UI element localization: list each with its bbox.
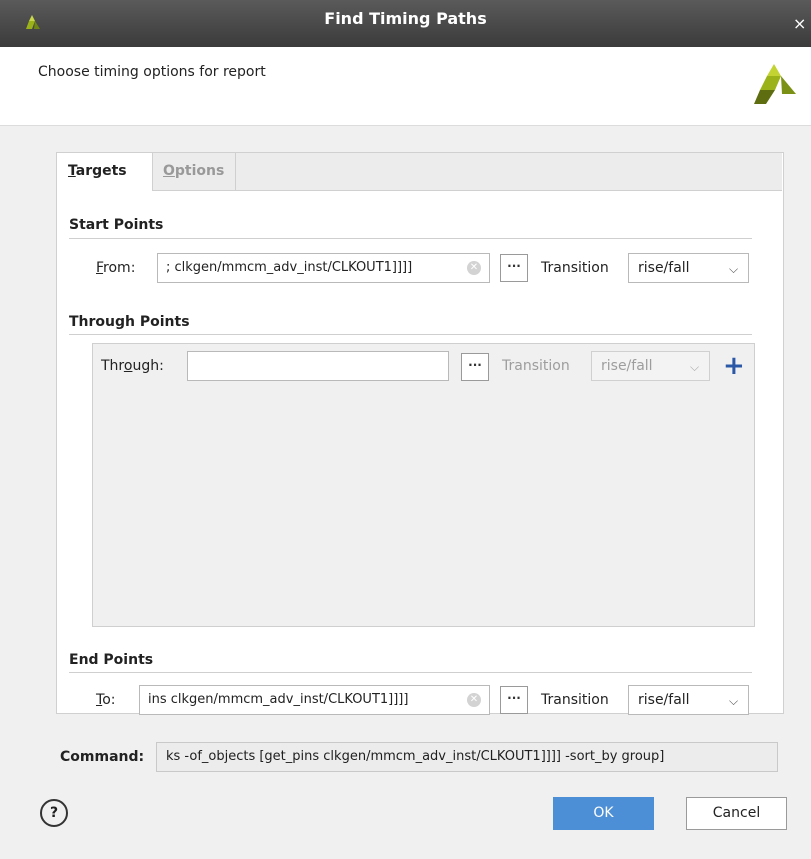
- from-transition-value: rise/fall: [638, 260, 690, 276]
- cancel-button[interactable]: Cancel: [686, 797, 787, 830]
- through-points-list: [92, 343, 755, 627]
- ellipsis-icon: ···: [507, 691, 521, 705]
- from-transition-label: Transition: [541, 260, 609, 276]
- to-transition-select[interactable]: rise/fall ⌵: [628, 685, 749, 715]
- through-points-title: Through Points: [69, 314, 190, 330]
- start-points-title: Start Points: [69, 217, 164, 233]
- to-transition-label: Transition: [541, 692, 609, 708]
- dialog-header: [0, 47, 811, 127]
- chevron-down-icon: ⌵: [690, 360, 700, 374]
- header-description: Choose timing options for report: [38, 64, 266, 80]
- chevron-down-icon: ⌵: [729, 262, 739, 276]
- through-label: Through:: [101, 358, 164, 374]
- tab-targets-mnemonic: T: [68, 163, 76, 179]
- start-points-divider: [69, 238, 752, 239]
- ellipsis-icon: ···: [468, 358, 482, 372]
- to-transition-value: rise/fall: [638, 692, 690, 708]
- from-label-mnemonic: F: [96, 260, 104, 276]
- through-transition-label: Transition: [502, 358, 570, 374]
- through-label-prefix: Thr: [101, 358, 124, 374]
- command-value: ks -of_objects [get_pins clkgen/mmcm_adv…: [166, 749, 665, 764]
- through-browse-button[interactable]: ···: [461, 353, 489, 381]
- plus-icon[interactable]: +: [723, 353, 745, 379]
- to-browse-button[interactable]: ···: [500, 686, 528, 714]
- help-icon[interactable]: ?: [40, 799, 68, 827]
- from-label-rest: rom:: [103, 260, 136, 276]
- tab-options-mnemonic: O: [163, 163, 175, 179]
- from-browse-button[interactable]: ···: [500, 254, 528, 282]
- through-transition-value: rise/fall: [601, 358, 653, 374]
- command-label: Command:: [60, 749, 145, 765]
- ok-button[interactable]: OK: [553, 797, 654, 830]
- through-transition-select[interactable]: rise/fall ⌵: [591, 351, 710, 381]
- to-label-rest: o:: [102, 692, 116, 708]
- clear-icon[interactable]: ✕: [467, 261, 481, 275]
- tab-targets-label: argets: [75, 163, 127, 179]
- tab-options-label: ptions: [174, 163, 225, 179]
- from-transition-select[interactable]: rise/fall ⌵: [628, 253, 749, 283]
- end-points-divider: [69, 672, 752, 673]
- chevron-down-icon: ⌵: [729, 694, 739, 708]
- clear-icon[interactable]: ✕: [467, 693, 481, 707]
- to-input[interactable]: ins clkgen/mmcm_adv_inst/CLKOUT1]]]]: [139, 685, 490, 715]
- end-points-title: End Points: [69, 652, 154, 668]
- from-label: From:: [96, 260, 135, 276]
- through-label-suffix: ugh:: [132, 358, 164, 374]
- through-input[interactable]: [187, 351, 449, 381]
- tab-targets[interactable]: Targets: [57, 153, 153, 191]
- window-title: Find Timing Paths: [324, 9, 487, 28]
- xilinx-logo-icon: [754, 64, 796, 104]
- through-points-divider: [69, 334, 752, 335]
- from-input-value: ; clkgen/mmcm_adv_inst/CLKOUT1]]]]: [166, 260, 413, 275]
- to-label: To:: [96, 692, 115, 708]
- ellipsis-icon: ···: [507, 259, 521, 273]
- from-input[interactable]: ; clkgen/mmcm_adv_inst/CLKOUT1]]]]: [157, 253, 490, 283]
- to-input-value: ins clkgen/mmcm_adv_inst/CLKOUT1]]]]: [148, 692, 409, 707]
- command-field[interactable]: ks -of_objects [get_pins clkgen/mmcm_adv…: [156, 742, 778, 772]
- tab-options[interactable]: Options: [152, 153, 237, 190]
- close-icon[interactable]: ×: [793, 14, 806, 33]
